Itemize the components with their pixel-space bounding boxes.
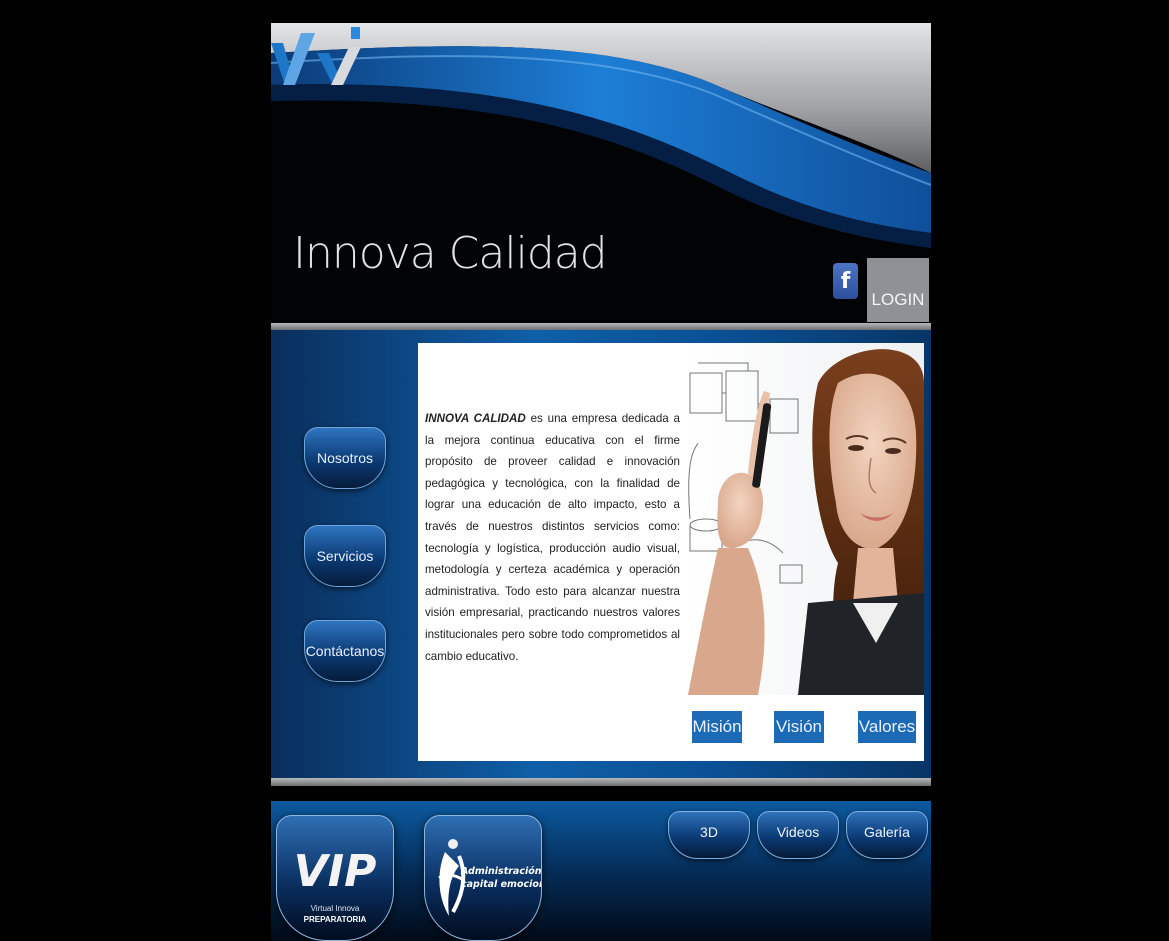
capital-emocional-icon: Administración de capital emocional [438,839,542,916]
innova-logo-icon [271,27,361,85]
page-frame: Innova Calidad f LOGIN Nosotros Servicio… [8,8,1161,941]
admin-line1: Administración de [460,866,542,877]
facebook-icon[interactable]: f [833,263,858,299]
mision-button[interactable]: Misión [692,711,742,743]
nav-contactanos-button[interactable]: Contáctanos [304,620,386,682]
vision-button[interactable]: Visión [774,711,824,743]
header: Innova Calidad f LOGIN [271,23,931,323]
valores-button[interactable]: Valores [858,711,916,743]
admin-line2: capital emocional [461,879,542,890]
vip-preparatoria-button[interactable]: VIP Virtual Innova PREPARATORIA [276,815,394,941]
login-button[interactable]: LOGIN [867,258,929,322]
intro-paragraph: INNOVA CALIDAD es una empresa dedicada a… [425,408,680,667]
vip-line2: PREPARATORIA [304,915,367,924]
intro-text: es una empresa dedicada a la mejora cont… [425,412,681,663]
woman-drawing-photo [688,343,924,695]
capital-emocional-button[interactable]: Administración de capital emocional [424,815,542,941]
vip-logo-icon: VIP Virtual Innova PREPARATORIA [294,846,377,924]
main-section: Nosotros Servicios Contáctanos INNOVA CA… [271,330,931,778]
galeria-button[interactable]: Galería [846,811,928,859]
videos-button[interactable]: Videos [757,811,839,859]
brand-name: Innova Calidad [293,228,608,279]
content-panel: INNOVA CALIDAD es una empresa dedicada a… [418,343,924,761]
company-name: INNOVA CALIDAD [425,412,526,425]
footer: VIP Virtual Innova PREPARATORIA Administ… [271,801,931,941]
vip-line1: Virtual Innova [311,904,360,913]
header-divider [271,323,931,330]
3d-button[interactable]: 3D [668,811,750,859]
nav-nosotros-button[interactable]: Nosotros [304,427,386,489]
nav-servicios-button[interactable]: Servicios [304,525,386,587]
footer-divider [271,778,931,786]
site-container: Innova Calidad f LOGIN Nosotros Servicio… [271,23,931,941]
vip-logo-text: VIP [294,846,377,897]
